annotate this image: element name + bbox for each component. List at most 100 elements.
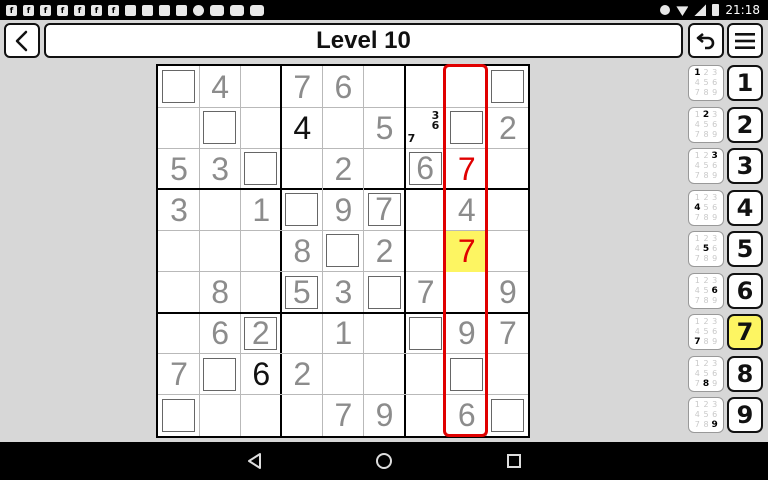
candidate-mode-button[interactable]: 123 456 789 <box>688 397 724 433</box>
candidate-digit: 2 <box>703 317 709 326</box>
candidate-digit: 8 <box>703 337 709 346</box>
board-cell[interactable] <box>405 67 446 108</box>
number-button[interactable]: 7 <box>727 314 763 350</box>
candidate-mode-button[interactable]: 123 456 789 <box>688 189 724 226</box>
board-cell[interactable] <box>200 231 241 272</box>
board-cell[interactable]: 2 <box>364 231 405 272</box>
board-cell[interactable] <box>159 108 200 149</box>
board-cell[interactable] <box>200 395 241 436</box>
board-cell[interactable]: 3 <box>200 149 241 190</box>
candidate-digit: 3 <box>712 317 718 326</box>
board-cell[interactable] <box>241 67 282 108</box>
board-cell[interactable] <box>323 108 364 149</box>
board-cell[interactable] <box>282 149 323 190</box>
board-cell[interactable]: 6 <box>241 354 282 395</box>
board-cell[interactable]: 1 <box>241 190 282 231</box>
number-button[interactable]: 3 <box>727 148 763 184</box>
board-cell[interactable]: 6 <box>323 67 364 108</box>
board-cell[interactable] <box>241 108 282 149</box>
board-cell[interactable] <box>241 272 282 313</box>
square-recents-icon[interactable] <box>504 451 524 471</box>
circle-home-icon[interactable] <box>374 451 394 471</box>
board-cell[interactable]: 3 <box>323 272 364 313</box>
board-cell[interactable]: 7 <box>446 149 487 190</box>
board-cell[interactable]: 2 <box>282 354 323 395</box>
board-cell[interactable]: 2 <box>487 108 528 149</box>
board-cell[interactable] <box>487 231 528 272</box>
board-cell[interactable]: 4 <box>282 108 323 149</box>
board-cell[interactable] <box>405 231 446 272</box>
number-button[interactable]: 2 <box>727 106 763 143</box>
f-notification-icon: f <box>23 4 34 16</box>
number-button[interactable]: 6 <box>727 272 763 309</box>
board-cell[interactable] <box>405 354 446 395</box>
board-cell[interactable] <box>159 313 200 354</box>
board-cell[interactable]: 4 <box>200 67 241 108</box>
board-cell[interactable]: 8 <box>282 231 323 272</box>
candidate-digit: 8 <box>703 295 709 305</box>
cell-box-marker: 6 <box>408 150 442 186</box>
board-cell[interactable] <box>487 149 528 190</box>
board-cell[interactable] <box>282 395 323 436</box>
menu-button[interactable] <box>727 23 763 58</box>
board-cell[interactable] <box>241 395 282 436</box>
board-cell[interactable] <box>405 395 446 436</box>
board-cell[interactable]: 6 <box>200 313 241 354</box>
board-cell[interactable] <box>487 354 528 395</box>
board-cell[interactable]: 4 <box>446 190 487 231</box>
board-cell[interactable]: 7 <box>159 354 200 395</box>
board-cell[interactable] <box>200 190 241 231</box>
board-cell[interactable]: 3 <box>159 190 200 231</box>
board-cell[interactable] <box>282 313 323 354</box>
undo-button[interactable] <box>688 23 724 58</box>
number-button[interactable]: 8 <box>727 355 763 392</box>
board-cell[interactable]: 7 <box>282 67 323 108</box>
candidate-mode-button[interactable]: 123 456 789 <box>688 231 724 267</box>
candidate-digit: 5 <box>703 410 709 419</box>
f-notification-icon: f <box>6 4 17 16</box>
number-button[interactable]: 4 <box>727 189 763 226</box>
number-button[interactable]: 5 <box>727 231 763 267</box>
candidate-mode-button[interactable]: 123 456 789 <box>688 106 724 143</box>
board-cell[interactable]: 7 <box>323 395 364 436</box>
board-cell[interactable]: 9 <box>487 272 528 313</box>
candidate-mode-button[interactable]: 123 456 789 <box>688 272 724 309</box>
board-cell[interactable]: 9 <box>364 395 405 436</box>
board-cell[interactable] <box>159 272 200 313</box>
number-button[interactable]: 9 <box>727 397 763 433</box>
candidate-mode-button[interactable]: 123 456 789 <box>688 314 724 350</box>
board-cell[interactable]: 7 <box>446 230 488 272</box>
board-cell[interactable] <box>487 190 528 231</box>
candidate-mode-button[interactable]: 123 456 789 <box>688 148 724 184</box>
board-cell[interactable] <box>446 67 487 108</box>
board-cell[interactable]: 8 <box>200 272 241 313</box>
back-button[interactable] <box>4 23 40 58</box>
board-cell[interactable] <box>159 231 200 272</box>
candidate-mode-button[interactable]: 123 456 789 <box>688 65 724 101</box>
board-cell[interactable]: 1 <box>323 313 364 354</box>
board-cell[interactable]: 5 <box>159 149 200 190</box>
board-cell[interactable]: 5 <box>364 108 405 149</box>
candidate-mode-button[interactable]: 123 456 789 <box>688 355 724 392</box>
board-cell[interactable] <box>241 231 282 272</box>
candidate-digit: 5 <box>703 368 709 378</box>
board-cell[interactable] <box>323 354 364 395</box>
board-cell[interactable] <box>364 67 405 108</box>
board-cell[interactable] <box>446 272 487 313</box>
candidate-digit: 5 <box>703 327 709 336</box>
board-cell[interactable]: 9 <box>323 190 364 231</box>
board-cell[interactable]: 7 <box>487 313 528 354</box>
triangle-back-icon[interactable] <box>245 451 265 471</box>
board-cell[interactable] <box>364 354 405 395</box>
candidate-digit: 4 <box>694 202 701 213</box>
board-cell[interactable] <box>405 190 446 231</box>
board-cell[interactable]: 7 <box>405 272 446 313</box>
board-cell[interactable] <box>364 313 405 354</box>
board-cell[interactable]: 9 <box>446 313 487 354</box>
number-button[interactable]: 1 <box>727 65 763 101</box>
board-cell[interactable]: 2 <box>323 149 364 190</box>
candidate-digit: 1 <box>694 109 700 119</box>
board-cell[interactable]: 6 <box>446 395 487 436</box>
board-cell[interactable] <box>364 149 405 190</box>
f-notification-icon: f <box>91 4 102 16</box>
